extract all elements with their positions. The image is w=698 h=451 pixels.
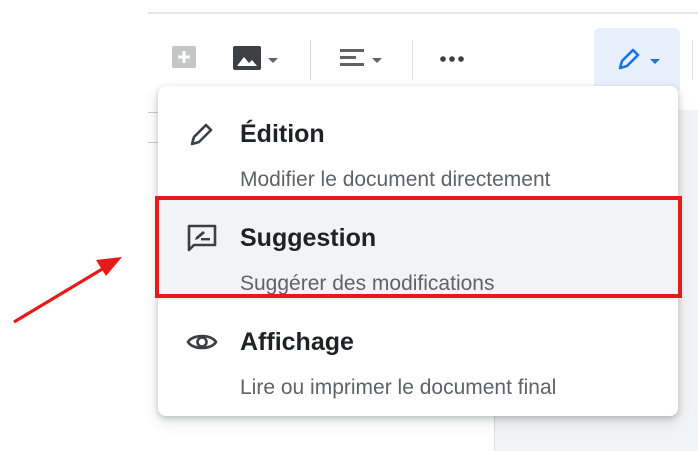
- page: Édition Modifier le document directement…: [0, 0, 698, 451]
- annotation-arrow-icon: [13, 257, 122, 324]
